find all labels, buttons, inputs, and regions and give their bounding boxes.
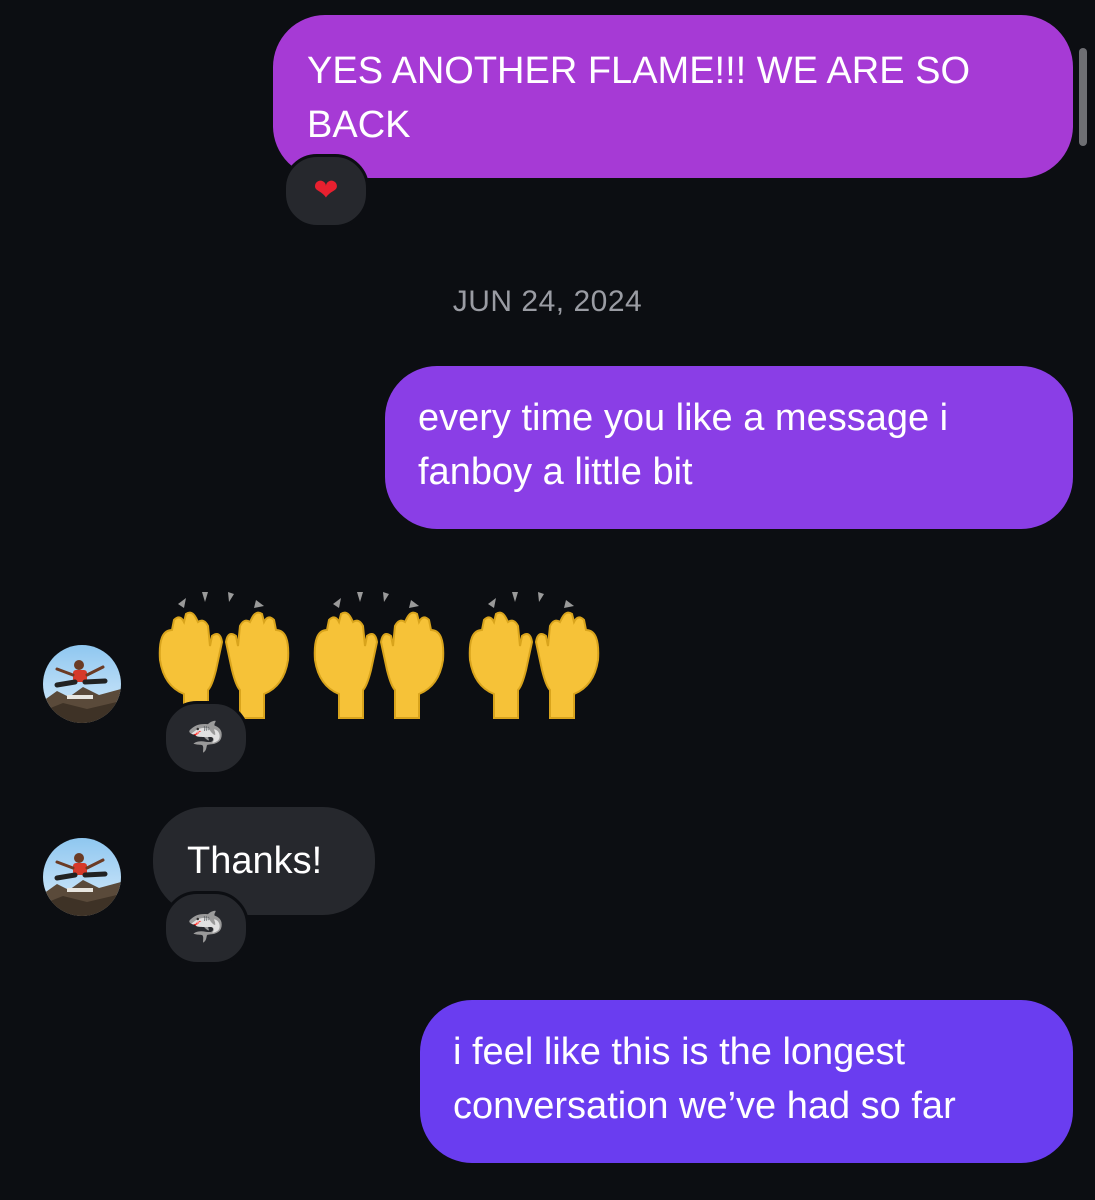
profile-avatar[interactable] [43,838,121,916]
sent-message-bubble[interactable]: every time you like a message i fanboy a… [385,366,1073,529]
message-thread[interactable]: YES ANOTHER FLAME!!! WE ARE SO BACK ❤ JU… [0,0,1095,1200]
sent-message-bubble[interactable]: i feel like this is the longest conversa… [420,1000,1073,1163]
message-text: i feel like this is the longest conversa… [453,1031,956,1127]
avatar-image [43,645,121,723]
red-heart-icon: ❤ [313,173,339,208]
message-reaction[interactable]: 🦈 [163,891,249,965]
message-text: every time you like a message i fanboy a… [418,397,949,493]
message-reaction[interactable]: 🦈 [163,701,249,775]
date-separator: JUN 24, 2024 [452,285,643,318]
message-text: YES ANOTHER FLAME!!! WE ARE SO BACK [307,50,971,146]
profile-avatar[interactable] [43,645,121,723]
shark-icon: 🦈 [187,910,225,945]
scrollbar[interactable] [1079,48,1087,146]
message-reaction[interactable]: ❤ [283,154,369,228]
message-text: Thanks! [187,840,323,882]
sent-message-bubble[interactable]: YES ANOTHER FLAME!!! WE ARE SO BACK [273,15,1073,178]
avatar-image [43,838,121,916]
shark-icon: 🦈 [187,720,225,755]
